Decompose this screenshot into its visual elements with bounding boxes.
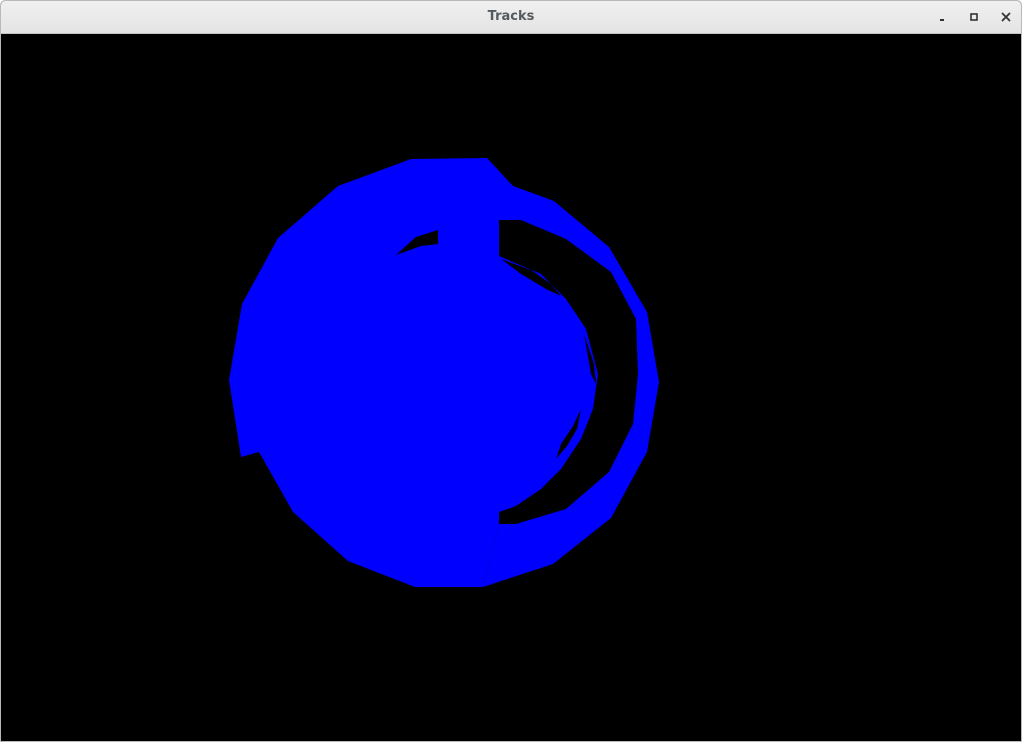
minimize-icon — [940, 19, 944, 21]
window-title: Tracks — [487, 9, 535, 24]
close-button[interactable] — [996, 7, 1016, 27]
title-bar[interactable]: Tracks — [1, 1, 1021, 34]
maximize-button[interactable] — [964, 7, 984, 27]
minimize-button[interactable] — [932, 7, 952, 27]
track-scene — [1, 34, 1021, 741]
close-icon — [1001, 12, 1011, 22]
maximize-icon — [970, 13, 978, 21]
render-canvas[interactable] — [1, 34, 1021, 741]
app-window: Tracks — [0, 0, 1022, 742]
